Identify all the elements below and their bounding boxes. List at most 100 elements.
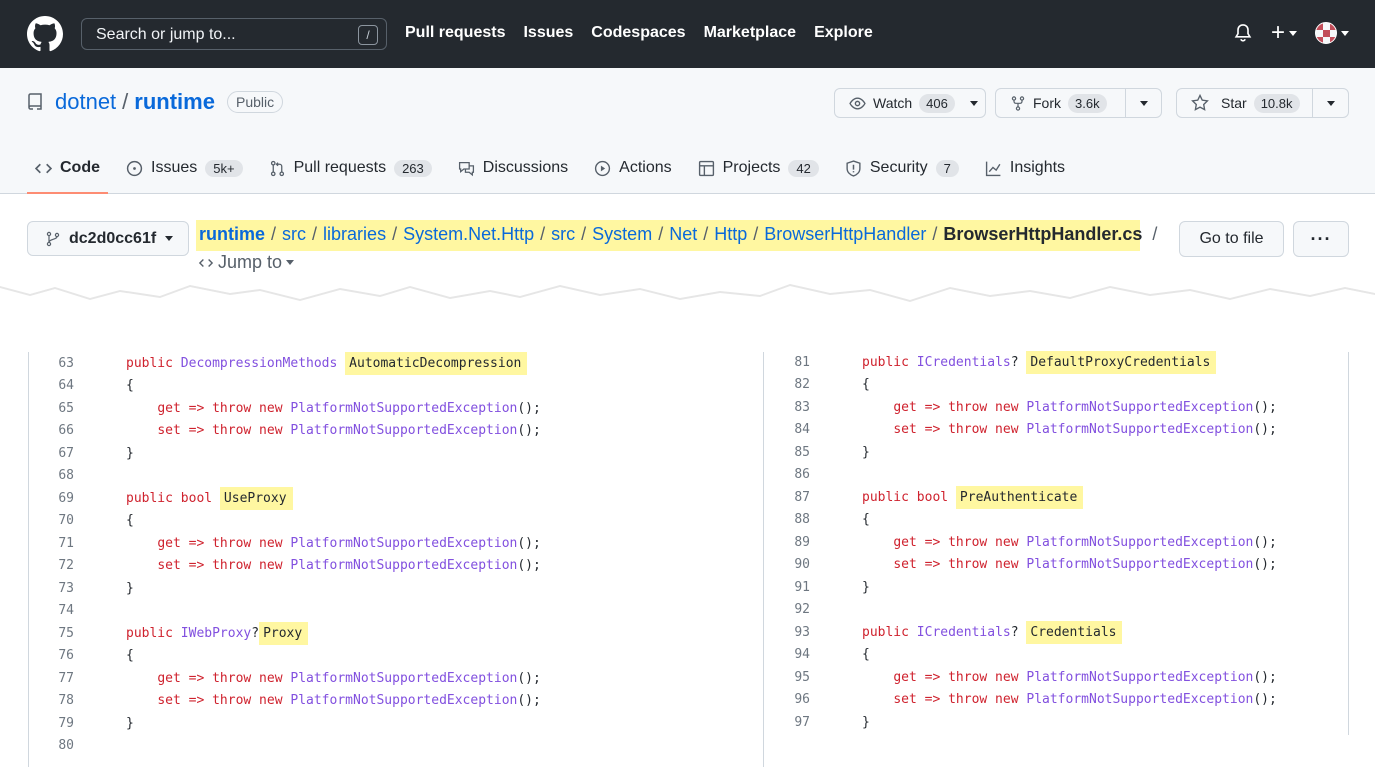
line-number[interactable]: 69: [29, 491, 74, 506]
line-number[interactable]: 63: [29, 356, 74, 371]
tab-issues[interactable]: Issues 5k+: [126, 156, 243, 180]
line-number[interactable]: 86: [764, 467, 810, 482]
watch-button[interactable]: Watch 406: [834, 88, 986, 118]
line-number[interactable]: 84: [764, 422, 810, 437]
breadcrumb-item[interactable]: System.Net.Http: [403, 224, 534, 244]
breadcrumb-item[interactable]: Net: [669, 224, 697, 244]
line-number[interactable]: 68: [29, 468, 74, 483]
line-number[interactable]: 85: [764, 445, 810, 460]
line-number[interactable]: 81: [764, 355, 810, 370]
global-header: Search or jump to... / Pull requests Iss…: [0, 0, 1375, 68]
tab-label: Insights: [1009, 159, 1066, 176]
line-number[interactable]: 88: [764, 512, 810, 527]
tab-security[interactable]: Security 7: [845, 156, 959, 180]
search-input[interactable]: Search or jump to... /: [81, 18, 387, 50]
star-button[interactable]: Star 10.8k: [1176, 88, 1349, 118]
line-number[interactable]: 93: [764, 625, 810, 640]
breadcrumb-item[interactable]: src: [282, 224, 306, 244]
line-number[interactable]: 65: [29, 401, 74, 416]
nav-pull-requests[interactable]: Pull requests: [405, 24, 505, 42]
line-number[interactable]: 73: [29, 581, 74, 596]
fork-button[interactable]: Fork 3.6k: [995, 88, 1162, 118]
line-number[interactable]: 89: [764, 535, 810, 550]
breadcrumb-item[interactable]: Http: [714, 224, 747, 244]
tab-count: 263: [394, 159, 432, 177]
line-number[interactable]: 74: [29, 603, 74, 618]
code-line: 96 set => throw new PlatformNotSupported…: [764, 689, 1348, 711]
nav-codespaces[interactable]: Codespaces: [591, 24, 685, 42]
line-number[interactable]: 92: [764, 602, 810, 617]
repo-name-link[interactable]: runtime: [134, 89, 215, 115]
line-number[interactable]: 94: [764, 647, 810, 662]
jump-to-label: Jump to: [218, 252, 283, 272]
go-to-file-button[interactable]: Go to file: [1179, 221, 1284, 257]
line-number[interactable]: 90: [764, 557, 810, 572]
github-logo-icon[interactable]: [27, 16, 63, 52]
nav-marketplace[interactable]: Marketplace: [704, 24, 797, 42]
breadcrumb-root[interactable]: runtime: [199, 224, 265, 244]
tab-projects[interactable]: Projects 42: [698, 156, 819, 180]
tab-insights[interactable]: Insights: [985, 156, 1065, 180]
code-token: get => throw new: [893, 669, 1027, 685]
bell-icon[interactable]: [1233, 22, 1253, 44]
code-line: 79}: [29, 712, 763, 734]
line-number[interactable]: 67: [29, 446, 74, 461]
repo-owner-link[interactable]: dotnet: [55, 89, 116, 115]
line-number[interactable]: 91: [764, 580, 810, 595]
line-number[interactable]: 87: [764, 490, 810, 505]
line-number[interactable]: 72: [29, 558, 74, 573]
tab-label: Actions: [619, 159, 672, 176]
line-number[interactable]: 97: [764, 715, 810, 730]
code-pane-right: 81 public ICredentials? DefaultProxyCrede…: [764, 350, 1349, 735]
line-number[interactable]: 78: [29, 693, 74, 708]
breadcrumb-item[interactable]: System: [592, 224, 652, 244]
nav-explore[interactable]: Explore: [814, 24, 873, 42]
line-number[interactable]: 77: [29, 671, 74, 686]
code-line: 87 public bool PreAuthenticate: [764, 485, 1348, 509]
breadcrumb-item[interactable]: libraries: [323, 224, 386, 244]
code-text: get => throw new PlatformNotSupportedExc…: [74, 671, 541, 686]
discussions-icon: [458, 161, 474, 176]
breadcrumb-item[interactable]: src: [551, 224, 575, 244]
line-number[interactable]: 75: [29, 626, 74, 641]
create-new-button[interactable]: +: [1271, 21, 1297, 45]
user-menu-button[interactable]: [1315, 22, 1349, 44]
line-number[interactable]: 76: [29, 648, 74, 663]
nav-issues[interactable]: Issues: [523, 24, 573, 42]
line-number[interactable]: 95: [764, 670, 810, 685]
fork-dropdown[interactable]: [1125, 89, 1161, 117]
jump-to-button[interactable]: Jump to: [198, 252, 295, 273]
tab-count: 7: [935, 159, 959, 177]
line-number[interactable]: 66: [29, 423, 74, 438]
line-number[interactable]: 82: [764, 377, 810, 392]
line-number[interactable]: 96: [764, 692, 810, 707]
star-dropdown[interactable]: [1312, 89, 1348, 117]
line-number[interactable]: 80: [29, 738, 74, 753]
repo-tabs: Code Issues 5k+ Pull requests 263 Discus…: [27, 156, 1065, 194]
highlighted-identifier: Credentials: [1026, 620, 1123, 644]
tab-actions[interactable]: Actions: [594, 156, 672, 180]
fork-main[interactable]: Fork 3.6k: [996, 89, 1125, 117]
code-text: public DecompressionMethods AutomaticDec…: [74, 351, 528, 375]
watch-main[interactable]: Watch 406: [835, 89, 988, 117]
code-token: public bool: [126, 490, 220, 506]
line-number[interactable]: 64: [29, 378, 74, 393]
tab-pull-requests[interactable]: Pull requests 263: [269, 156, 432, 180]
code-token: }: [862, 444, 870, 460]
tab-code[interactable]: Code: [27, 156, 108, 194]
branch-selector[interactable]: dc2d0cc61f: [27, 221, 189, 256]
tab-discussions[interactable]: Discussions: [458, 156, 568, 180]
code-line: 75 public IWebProxy? Proxy: [29, 621, 763, 645]
code-token: PlatformNotSupportedException: [290, 670, 518, 686]
code-token: set => throw new: [157, 558, 291, 573]
line-number[interactable]: 79: [29, 716, 74, 731]
line-number[interactable]: 70: [29, 513, 74, 528]
more-options-button[interactable]: ···: [1293, 221, 1349, 257]
tab-label: Security: [869, 159, 928, 176]
line-number[interactable]: 83: [764, 400, 810, 415]
line-number[interactable]: 71: [29, 536, 74, 551]
star-main[interactable]: Star 10.8k: [1177, 89, 1312, 117]
repo-icon: [28, 93, 42, 110]
breadcrumb-item[interactable]: BrowserHttpHandler: [764, 224, 926, 244]
